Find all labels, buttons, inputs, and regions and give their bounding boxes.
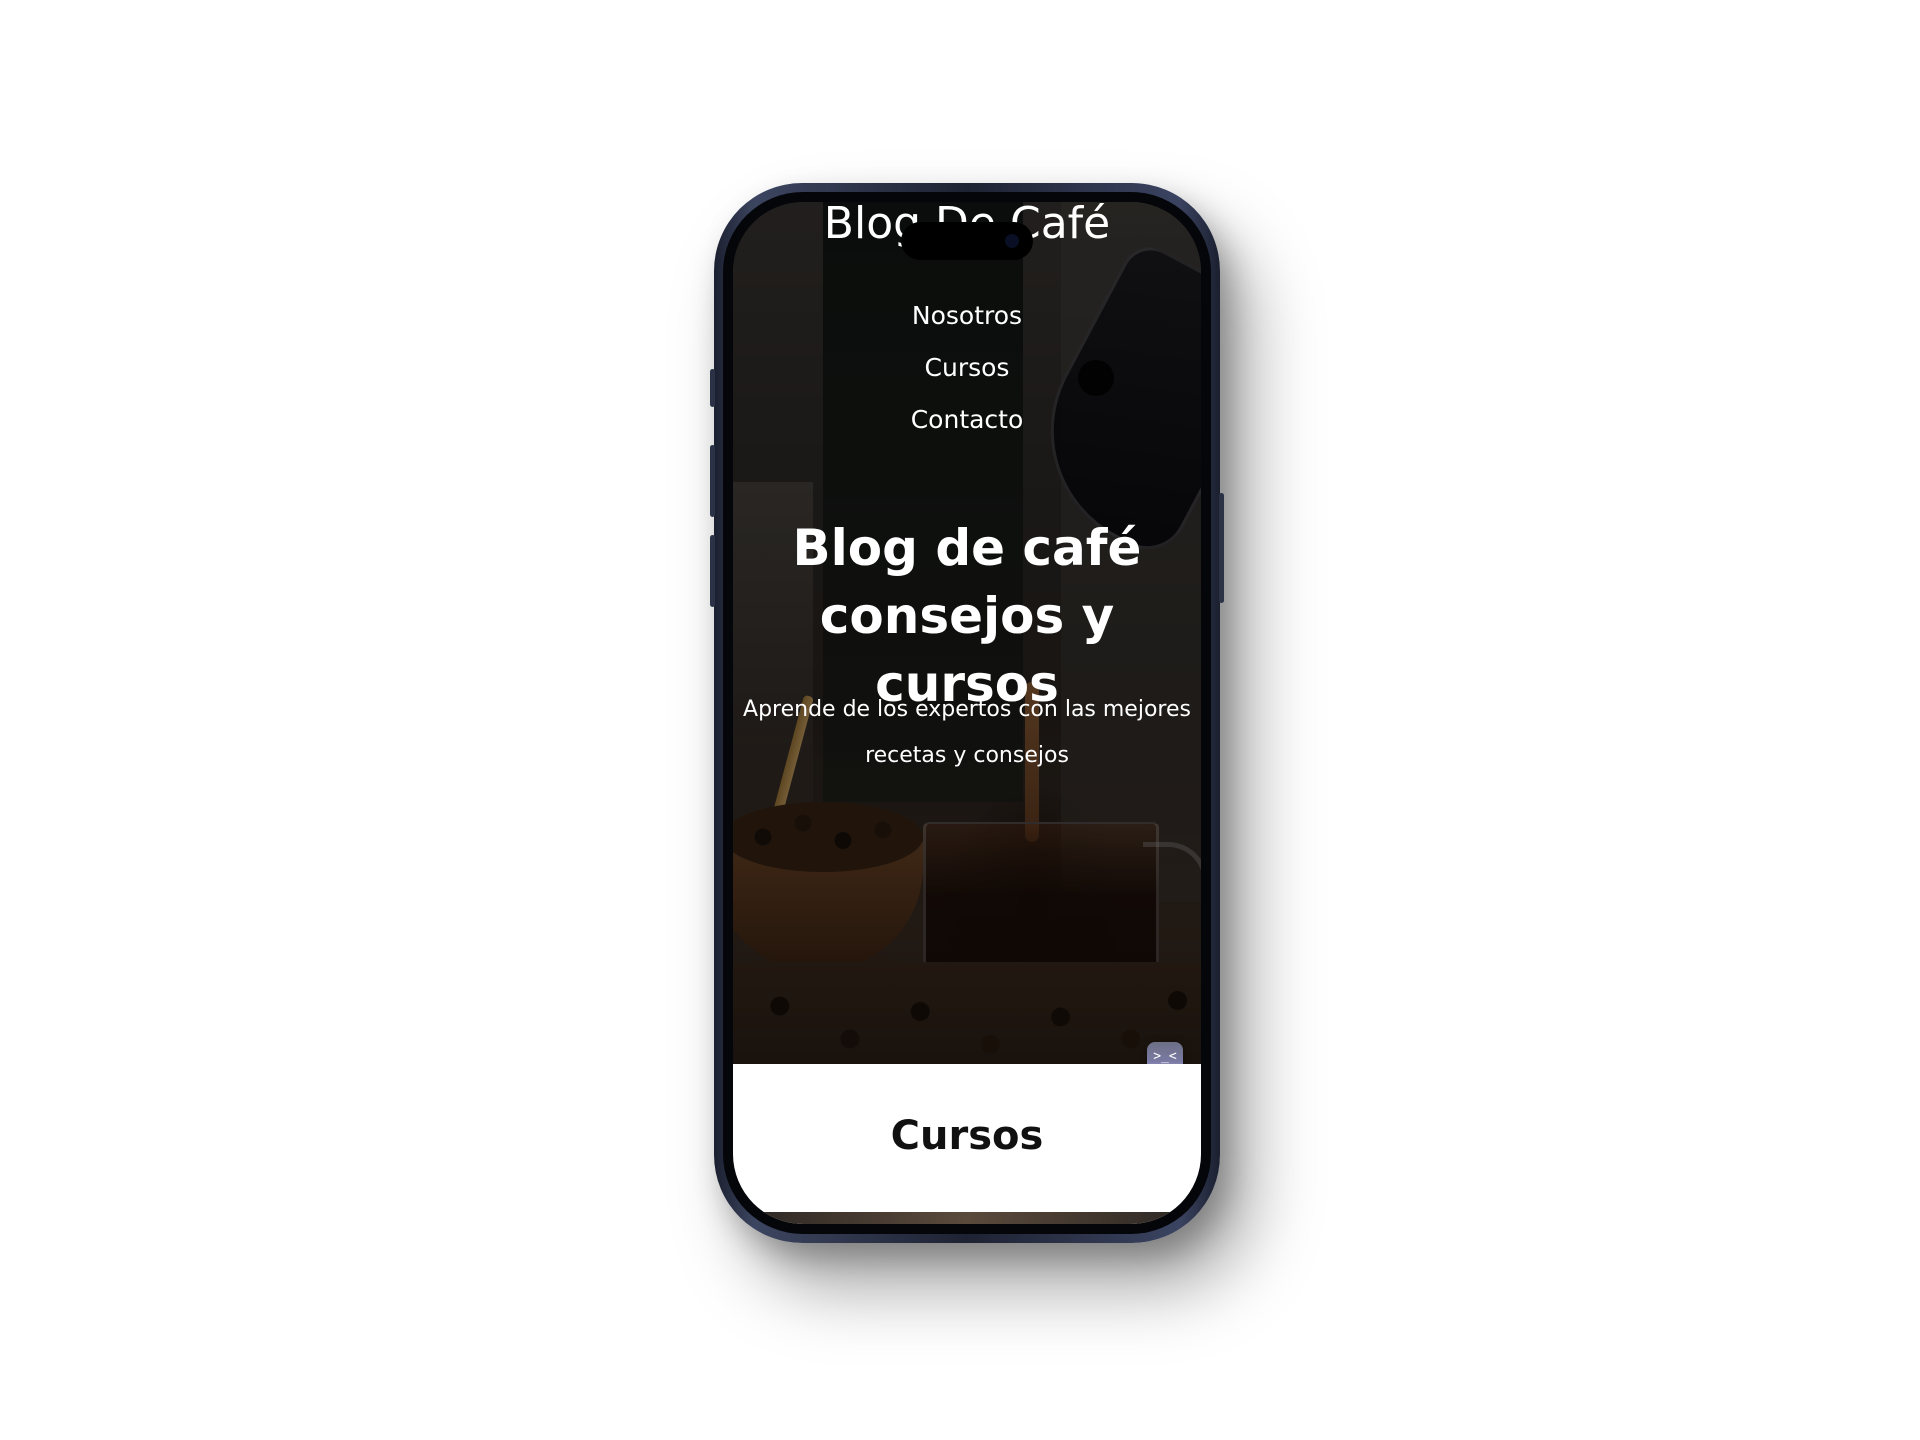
nav-link-cursos[interactable]: Cursos [733,342,1201,394]
next-section-peek [733,1212,1201,1224]
hero-subtitle: Aprende de los expertos con las mejores … [743,697,1191,768]
nav-link-nosotros[interactable]: Nosotros [733,290,1201,342]
power-button [1219,493,1224,603]
volume-down-button [710,535,715,607]
front-camera [1005,234,1019,248]
phone-screen: Blog De Café Nosotros Cursos Contacto Bl… [733,202,1201,1224]
nav-link-contacto[interactable]: Contacto [733,394,1201,446]
volume-up-button [710,445,715,517]
main-nav: Nosotros Cursos Contacto [733,290,1201,446]
action-button [710,369,715,407]
courses-section: Cursos [733,1064,1201,1224]
courses-heading: Cursos [890,1113,1044,1159]
dynamic-island [901,222,1033,260]
mockup-stage: Blog De Café Nosotros Cursos Contacto Bl… [0,0,1920,1440]
phone-frame: Blog De Café Nosotros Cursos Contacto Bl… [710,183,1224,1243]
